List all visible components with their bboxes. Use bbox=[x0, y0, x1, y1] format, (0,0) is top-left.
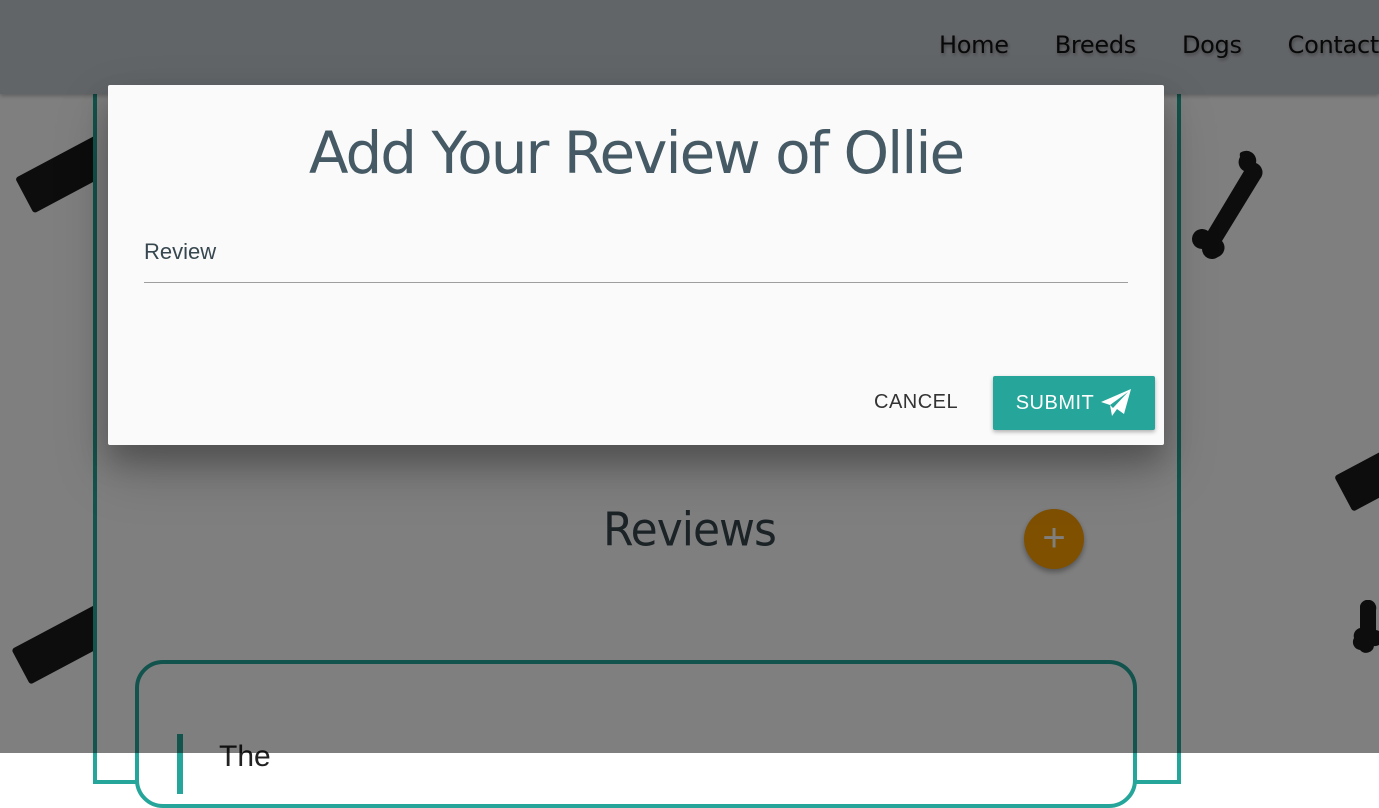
modal-title: Add Your Review of Ollie bbox=[308, 119, 965, 187]
review-field: Review bbox=[144, 235, 1128, 285]
submit-button[interactable]: SUBMIT bbox=[993, 376, 1155, 430]
submit-label: SUBMIT bbox=[1015, 391, 1095, 414]
add-review-modal: Add Your Review of Ollie Review CANCEL S… bbox=[108, 85, 1164, 445]
paper-plane-icon bbox=[1101, 389, 1132, 416]
review-input[interactable] bbox=[144, 235, 1128, 283]
cancel-button[interactable]: CANCEL bbox=[874, 391, 958, 414]
